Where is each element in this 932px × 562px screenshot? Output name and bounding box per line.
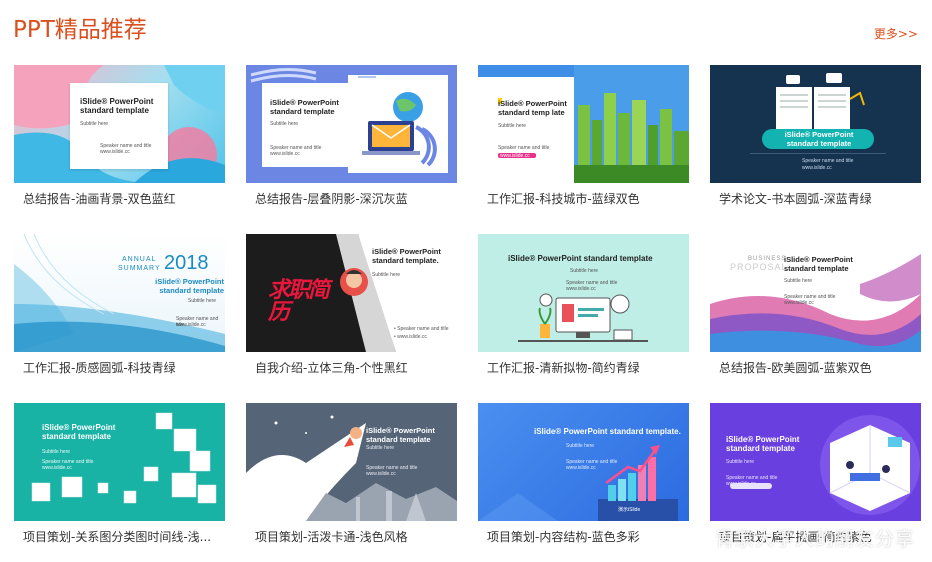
template-card[interactable]: iSlide® PowerPoint standard template Sub…	[14, 65, 225, 207]
more-link[interactable]: 更多>>	[874, 25, 918, 42]
slide-site: www.islide.cc	[42, 465, 72, 471]
template-card[interactable]: iSlide® PowerPoint standard template Sub…	[246, 65, 457, 207]
template-card[interactable]: iSlide® PowerPoint standard template Spe…	[710, 65, 921, 207]
slide-title: iSlide® PowerPoint standard template	[42, 423, 116, 442]
slide-site: www.islide.cc	[784, 300, 814, 306]
template-thumbnail[interactable]: BUSINESS PROPOSAL iSlide® PowerPoint sta…	[710, 234, 921, 352]
slide-subtitle: Subtitle here	[270, 121, 299, 127]
year-label: 2018	[164, 252, 209, 274]
card-caption[interactable]: 总结报告-层叠阴影-深沉灰蓝	[246, 190, 457, 207]
proposal-label: PROPOSAL	[730, 262, 788, 272]
slide-site: www.islide.cc	[566, 286, 596, 292]
template-card[interactable]: iSlide® PowerPoint standard temp late Su…	[478, 65, 689, 207]
slide-speaker: Speaker name and title	[498, 145, 550, 151]
annual-label: ANNUAL	[122, 256, 157, 263]
template-thumbnail[interactable]: 求职简历 iSlide® PowerPoint standard templat…	[246, 234, 457, 352]
slide-site: www.islide.cc	[366, 471, 396, 477]
slide-subtitle: Subtitle here	[366, 445, 395, 451]
card-caption[interactable]: 总结报告-油画背景-双色蓝红	[14, 190, 225, 207]
abstract-waves-graphic	[710, 254, 921, 352]
slide-site: www.islide.cc	[802, 165, 832, 171]
watermark-text: 青京大学人的朋友分享	[715, 528, 916, 550]
card-caption[interactable]: 工作汇报-科技城市-蓝绿双色	[478, 190, 689, 207]
card-caption[interactable]: 自我介绍-立体三角-个性黑红	[246, 359, 457, 376]
desk-illustration	[518, 293, 648, 342]
template-card[interactable]: iSlide® PowerPoint standard template Sub…	[14, 403, 225, 545]
slide-speaker: • Speaker name and title	[394, 326, 449, 332]
slide-site: www.islide.cc	[726, 481, 756, 487]
slide-subtitle: Subtitle here	[372, 272, 401, 278]
slide-subtitle: Subtitle here	[784, 278, 813, 284]
slide-title: iSlide® PowerPoint standard template	[155, 277, 224, 295]
slide-title: iSlide® PowerPoint standard template	[784, 255, 853, 273]
slide-subtitle: Subtitle here	[80, 121, 109, 127]
template-card[interactable]: 求职简历 iSlide® PowerPoint standard templat…	[246, 234, 457, 376]
slide-site: www.islide.cc	[270, 151, 300, 157]
card-caption[interactable]: 项目策划-内容结构-蓝色多彩	[478, 528, 689, 545]
page-title: PPT精品推荐	[13, 17, 147, 43]
card-caption[interactable]: 项目策划-关系图分类图时间线-浅...	[14, 528, 225, 545]
template-thumbnail[interactable]: iSlide® PowerPoint standard template Sub…	[14, 65, 225, 183]
card-caption[interactable]: 项目策划-活泼卡通-浅色风格	[246, 528, 457, 545]
slide-subtitle: Subtitle here	[566, 443, 595, 449]
template-card[interactable]: iSlide® PowerPoint standard template Sub…	[246, 403, 457, 545]
card-caption[interactable]: 学术论文-书本圆弧-深蓝青绿	[710, 190, 921, 207]
template-card[interactable]: iSlide® PowerPoint standard template Sub…	[478, 234, 689, 376]
template-thumbnail[interactable]: iSlide® PowerPoint standard temp late Su…	[478, 65, 689, 183]
template-thumbnail[interactable]: iSlide® PowerPoint standard template Spe…	[710, 65, 921, 183]
slide-site: • www.islide.cc	[394, 334, 427, 340]
template-thumbnail[interactable]: iSlide® PowerPoint standard template Sub…	[246, 403, 457, 521]
slide-site: www.islide.cc	[100, 149, 130, 155]
template-card[interactable]: iSlide® PowerPoint standard template. Su…	[478, 403, 689, 545]
template-thumbnail[interactable]: iSlide® PowerPoint standard template. Su…	[478, 403, 689, 521]
slide-title: iSlide® PowerPoint standard temp late	[498, 99, 567, 117]
slide-speaker: Speaker name and title	[802, 158, 854, 164]
slide-title: iSlide® PowerPoint standard template	[80, 97, 154, 116]
resume-art-text: 求职简历	[268, 278, 330, 325]
slide-subtitle: Subtitle here	[42, 449, 71, 455]
slide-title: iSlide® PowerPoint standard template	[784, 130, 854, 148]
slide-site: www.islide.cc	[500, 153, 530, 159]
slide-title: iSlide® PowerPoint standard template	[726, 435, 800, 454]
badge-label: 演示iSlide	[618, 507, 641, 513]
slide-subtitle: Subtitle here	[726, 459, 755, 465]
card-caption[interactable]: 工作汇报-清新拟物-简约青绿	[478, 359, 689, 376]
template-thumbnail[interactable]: iSlide® PowerPoint standard template Sub…	[246, 65, 457, 183]
slide-title: iSlide® PowerPoint standard template	[270, 98, 339, 116]
slide-subtitle: Subtitle here	[498, 123, 527, 129]
template-card[interactable]: BUSINESS PROPOSAL iSlide® PowerPoint sta…	[710, 234, 921, 376]
slide-subtitle: Subtitle here	[570, 268, 599, 274]
rocket-illustration	[246, 403, 457, 521]
card-caption[interactable]: 总结报告-欧美圆弧-蓝紫双色	[710, 359, 921, 376]
slide-title: iSlide® PowerPoint standard template	[508, 254, 653, 263]
slide-site: www.islide.cc	[176, 322, 206, 328]
template-thumbnail[interactable]: iSlide® PowerPoint standard template Sub…	[14, 403, 225, 521]
template-thumbnail[interactable]: ANNUAL SUMMARY 2018 iSlide® PowerPoint s…	[14, 234, 225, 352]
slide-site: www.islide.cc	[566, 465, 596, 471]
template-thumbnail[interactable]: iSlide® PowerPoint standard template Sub…	[710, 403, 921, 521]
template-thumbnail[interactable]: iSlide® PowerPoint standard template Sub…	[478, 234, 689, 352]
slide-subtitle: Subtitle here	[188, 298, 217, 304]
summary-label: SUMMARY	[118, 265, 161, 272]
template-card[interactable]: ANNUAL SUMMARY 2018 iSlide® PowerPoint s…	[14, 234, 225, 376]
card-caption[interactable]: 工作汇报-质感圆弧-科技青绿	[14, 359, 225, 376]
slide-title: iSlide® PowerPoint standard template.	[534, 427, 681, 436]
slide-title: iSlide® PowerPoint standard template	[366, 426, 435, 444]
slide-title: iSlide® PowerPoint standard template.	[372, 247, 441, 265]
